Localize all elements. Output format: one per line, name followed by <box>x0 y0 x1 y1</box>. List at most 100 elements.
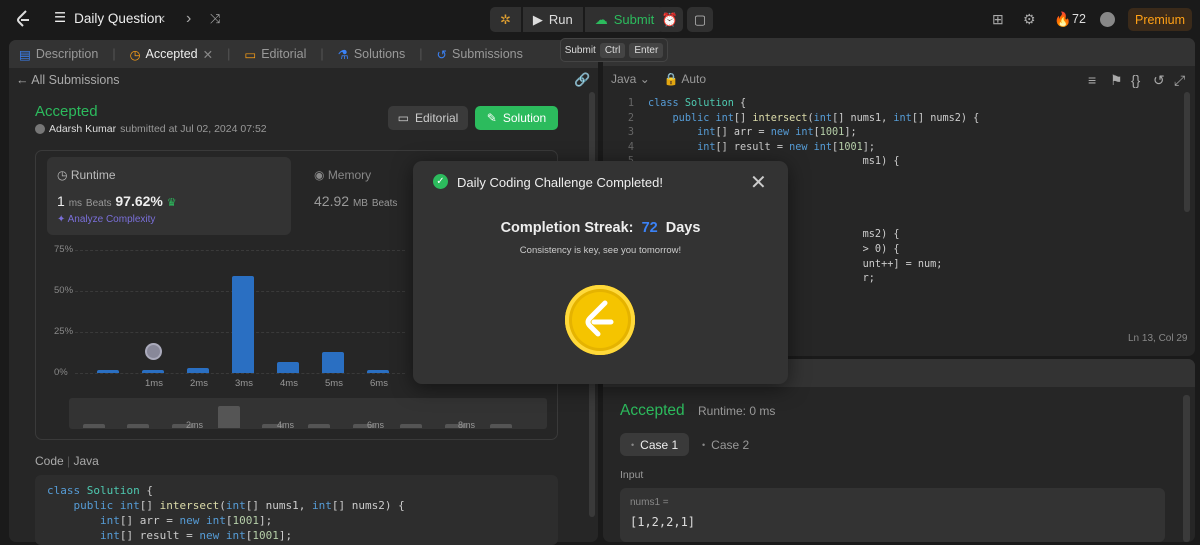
auto-mode[interactable]: 🔒 Auto <box>664 72 706 86</box>
leetcode-coin-icon <box>565 285 635 355</box>
chart-x-tick: 6ms <box>370 378 388 389</box>
chart-x-tick: 5ms <box>325 378 343 389</box>
tab-description[interactable]: ▤ Description <box>19 47 98 62</box>
tab-divider: | <box>419 47 423 61</box>
expand-icon[interactable]: ⤢ <box>1174 72 1185 89</box>
tab-accepted-label: Accepted <box>145 47 198 61</box>
editorial-button-label: Editorial <box>414 111 459 125</box>
tab-editorial-label: Editorial <box>261 47 307 61</box>
range-label: 4ms <box>277 420 295 430</box>
streak-number: 72 <box>641 220 658 236</box>
tab-submissions-label: Submissions <box>452 47 523 61</box>
chart-bar[interactable] <box>367 369 389 373</box>
debug-button[interactable]: ✲ <box>490 7 521 32</box>
tab-description-label: Description <box>35 47 99 61</box>
braces-icon[interactable]: {} <box>1131 72 1140 88</box>
memory-title[interactable]: ◉ Memory <box>314 168 371 182</box>
runtime-unit: ms <box>68 198 83 209</box>
chart-bar[interactable] <box>97 369 119 373</box>
solution-button[interactable]: ✎ Solution <box>475 106 558 130</box>
submit-button[interactable]: ☁ Submit <box>584 7 665 32</box>
link-icon[interactable]: 🔗 <box>574 72 590 88</box>
runtime-title-text: Runtime <box>70 168 116 182</box>
code-label: Code <box>35 454 64 468</box>
runtime-value: 1 ms Beats 97.62% ♛ <box>57 193 177 209</box>
chart-bar[interactable] <box>187 368 209 373</box>
range-bar <box>308 424 330 428</box>
memory-beats-label: Beats <box>371 198 398 209</box>
reset-icon[interactable]: ↺ <box>1153 72 1165 89</box>
streak-unit: Days <box>665 220 701 236</box>
layout-icon[interactable]: ⊞ <box>992 11 1004 28</box>
range-label: 6ms <box>367 420 385 430</box>
range-bar <box>218 406 240 428</box>
play-icon: ▶ <box>532 11 543 27</box>
editorial-button[interactable]: ▭ Editorial <box>388 106 468 130</box>
my-submission-avatar[interactable] <box>145 343 162 360</box>
chart-y-tick: 75% <box>54 244 74 255</box>
range-label: 2ms <box>186 420 204 430</box>
language-select[interactable]: Java ⌄ <box>611 72 650 86</box>
close-tab-icon[interactable]: ✕ <box>203 47 213 62</box>
case-2-tab[interactable]: • Case 2 <box>691 433 760 456</box>
language-value: Java <box>611 72 637 86</box>
range-label: 8ms <box>458 420 476 430</box>
daily-challenge-modal: ✓ Daily Coding Challenge Completed! ✕ Co… <box>413 161 788 384</box>
streak-label: Completion Streak: <box>500 220 634 236</box>
next-question-icon[interactable]: › <box>186 10 191 28</box>
chart-bar[interactable] <box>232 276 254 373</box>
case-2-label: Case 2 <box>711 437 750 452</box>
submitted-at: submitted at Jul 02, 2024 07:52 <box>120 123 267 135</box>
leetcode-logo-icon[interactable] <box>14 9 34 29</box>
fire-streak-icon[interactable]: 🔥 <box>1054 11 1071 28</box>
analyze-complexity-link[interactable]: ✦ Analyze Complexity <box>57 214 155 225</box>
chart-y-tick: 25% <box>54 326 74 337</box>
tab-editorial[interactable]: ▭ Editorial <box>244 47 306 62</box>
completion-streak: Completion Streak: 72 Days <box>413 220 788 236</box>
runtime-card[interactable]: ◷ Runtime 1 ms Beats 97.62% ♛ ✦ Analyze … <box>47 157 291 235</box>
analyze-label: Analyze Complexity <box>67 214 156 225</box>
results-scrollbar[interactable] <box>1183 395 1190 542</box>
settings-gear-icon[interactable]: ⚙ <box>1023 11 1036 28</box>
shuffle-icon[interactable]: ⤨ <box>210 10 220 28</box>
daily-question-link[interactable]: ☰ Daily Question <box>54 10 162 26</box>
memory-title-text: Memory <box>327 168 372 182</box>
case-1-tab[interactable]: • Case 1 <box>620 433 690 456</box>
memory-unit: MB <box>352 198 368 209</box>
memory-number: 42.92 <box>314 193 350 209</box>
notes-button[interactable]: ▢ <box>687 7 713 32</box>
editor-scrollbar[interactable] <box>1184 92 1190 212</box>
tab-divider: | <box>227 47 231 61</box>
case-1-label: Case 1 <box>640 437 679 452</box>
flask-icon: ⚗ <box>337 47 349 62</box>
prev-question-icon[interactable]: ‹ <box>160 10 165 28</box>
chart-x-tick: 4ms <box>280 378 298 389</box>
bookmark-icon[interactable]: ⚑ <box>1110 72 1123 89</box>
run-button[interactable]: ▶ Run <box>522 7 583 32</box>
edit-icon: ✎ <box>486 111 497 125</box>
modal-title: Daily Coding Challenge Completed! <box>457 175 663 190</box>
user-avatar[interactable] <box>1100 12 1115 27</box>
streak-count[interactable]: 72 <box>1072 12 1086 26</box>
document-icon: ▤ <box>19 47 31 62</box>
chart-bar[interactable] <box>277 361 299 373</box>
close-icon[interactable]: ✕ <box>750 170 767 195</box>
auto-label: Auto <box>681 72 707 86</box>
submitter-name[interactable]: Adarsh Kumar <box>49 123 116 135</box>
book-icon: ▭ <box>397 111 409 125</box>
chart-bar[interactable] <box>322 351 344 373</box>
bug-icon: ✲ <box>500 11 511 27</box>
list-icon: ☰ <box>54 10 67 25</box>
chart-y-tick: 0% <box>54 367 68 378</box>
tab-solutions[interactable]: ⚗ Solutions <box>338 47 406 62</box>
chart-bar[interactable] <box>142 369 164 373</box>
all-submissions-link[interactable]: ← All Submissions <box>16 73 120 87</box>
submitter-info: Adarsh Kumar submitted at Jul 02, 2024 0… <box>35 123 267 135</box>
format-icon[interactable]: ≡ <box>1088 72 1096 88</box>
range-bar <box>127 424 149 428</box>
history-icon: ↺ <box>436 47 447 62</box>
tab-accepted[interactable]: ◷ Accepted ✕ <box>130 47 214 62</box>
premium-button[interactable]: Premium <box>1128 8 1192 31</box>
tab-submissions[interactable]: ↺ Submissions <box>437 47 523 62</box>
timer-button[interactable]: ⏰ <box>657 7 683 32</box>
